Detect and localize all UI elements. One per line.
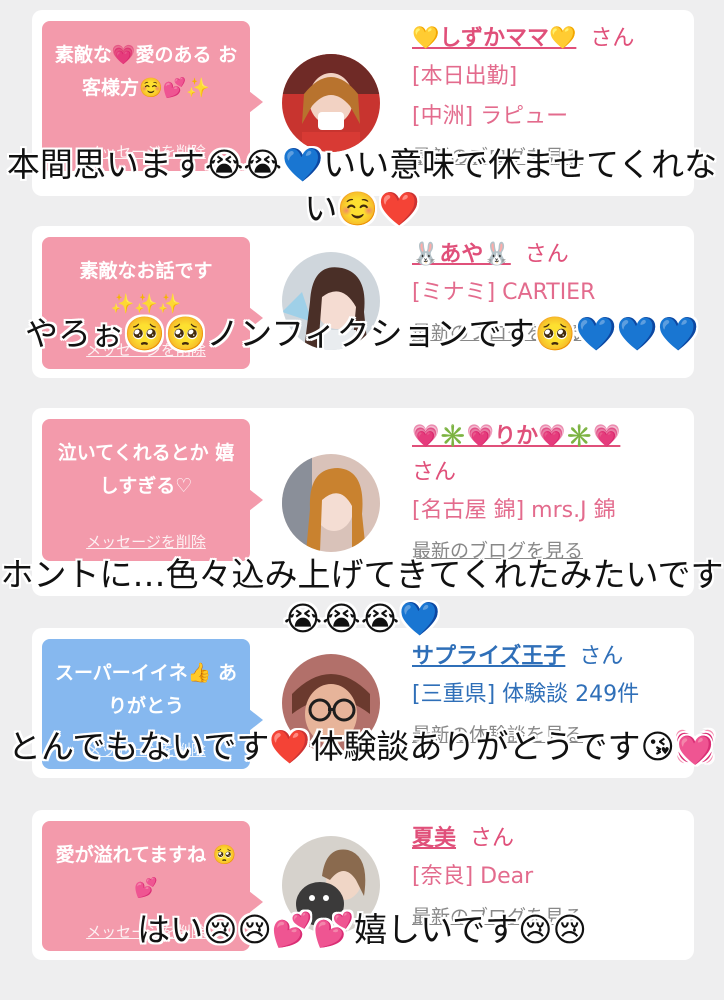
message-text: 泣いてくれるとか 嬉しすぎる♡ (57, 442, 235, 497)
user-status: [本日出勤] (412, 64, 518, 89)
overlay-caption: やろぉ🥺🥺ノンフィクションです🥺💙💙💙 (25, 314, 699, 353)
overlay-caption: はい😢😢💕💕嬉しいです😢😢 (137, 910, 587, 949)
user-shop: [ミナミ] CARTIER (412, 280, 596, 305)
message-text: スーパーイイネ👍 ありがとう (54, 662, 238, 717)
message-text: 愛が溢れてますね 🥺💕 (55, 844, 237, 899)
overlay-caption: とんでもないです❤️体験談ありがとうです😘💓 (8, 727, 716, 766)
honorific: さん (590, 26, 635, 51)
honorific: さん (524, 242, 569, 267)
user-shop: [名古屋 錦] mrs.J 錦 (412, 498, 616, 523)
user-name-link[interactable]: 🐰あや🐰 (412, 242, 511, 267)
message-text: 素敵なお話です ✨✨✨ (79, 260, 213, 315)
message-text: 素敵な💗愛のある お客様方☺️💕✨ (54, 44, 238, 99)
message-bubble: 泣いてくれるとか 嬉しすぎる♡ メッセージを削除 (42, 419, 263, 561)
user-location: [三重県] 体験談 249件 (412, 682, 640, 707)
user-shop: [中洲] ラピュー (412, 104, 569, 129)
avatar[interactable] (282, 454, 380, 552)
avatar[interactable] (282, 54, 380, 152)
user-shop: [奈良] Dear (412, 864, 534, 889)
overlay-caption: ホントに…色々込み上げてきてくれたみたいです😭😭😭💙 (0, 555, 724, 638)
honorific: さん (579, 644, 624, 669)
user-info: 💗✳️💗りか💗✳️💗 さん [名古屋 錦] mrs.J 錦 最新のブログを見る (412, 418, 682, 563)
user-name-link[interactable]: 💛しずかママ💛 (412, 26, 576, 51)
honorific: さん (412, 460, 457, 485)
user-name-link[interactable]: 💗✳️💗りか💗✳️💗 (412, 424, 620, 449)
user-name-link[interactable]: 夏美 (412, 826, 456, 851)
overlay-caption: 本間思います😭😭💙いい意味で休ませてくれない☺️❤️ (6, 145, 718, 228)
user-name-link[interactable]: サプライズ王子 (412, 644, 565, 669)
honorific: さん (470, 826, 515, 851)
